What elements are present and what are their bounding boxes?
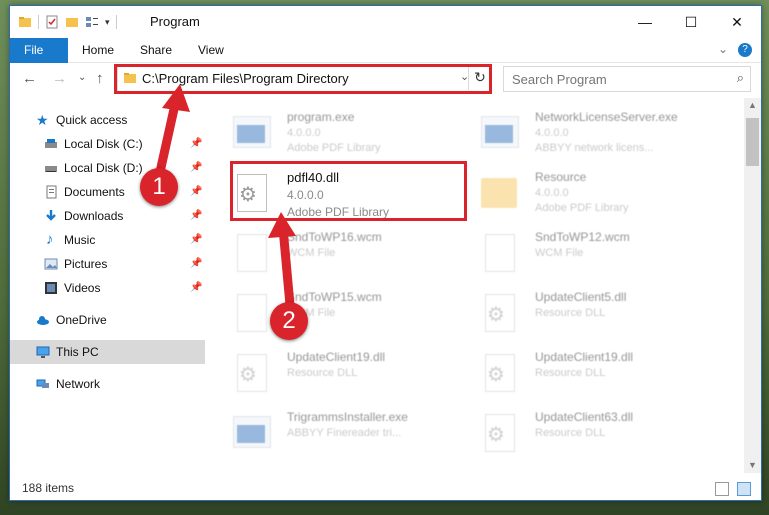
arrow-2-head: [268, 212, 296, 238]
callout-badge-2: 2: [270, 302, 308, 340]
callout-badge-1: 1: [140, 168, 178, 206]
arrow-1-head: [162, 84, 190, 112]
arrow-2-shaft: [278, 223, 295, 310]
arrow-1-shaft: [155, 95, 181, 177]
annotation-arrows: [155, 84, 296, 310]
